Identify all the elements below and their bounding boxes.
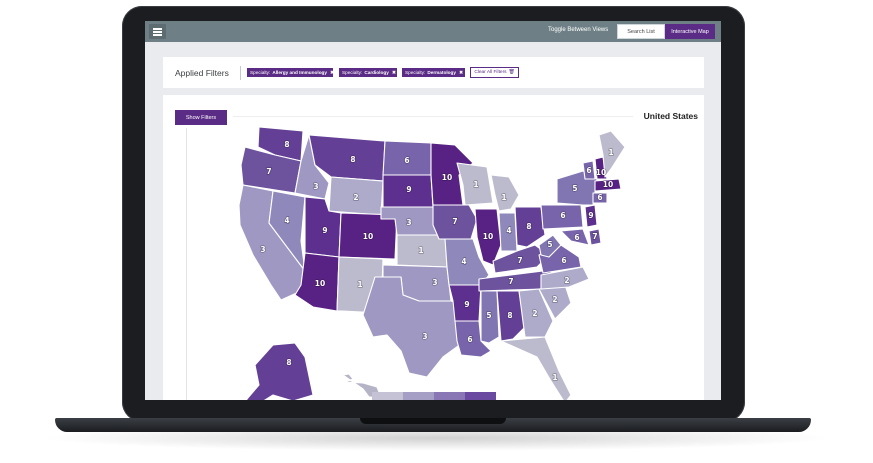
state-value-sd: 9 bbox=[406, 185, 411, 194]
remove-filter-icon[interactable]: ✖ bbox=[327, 70, 334, 76]
state-value-ne: 3 bbox=[406, 218, 411, 227]
chip-prefix: Specialty: bbox=[405, 70, 426, 75]
state-value-ar: 9 bbox=[464, 300, 469, 309]
laptop-base-notch bbox=[360, 418, 506, 424]
state-value-ct: 6 bbox=[597, 193, 602, 202]
state-value-nj: 9 bbox=[588, 211, 593, 220]
map-legend bbox=[372, 392, 496, 400]
state-fl[interactable] bbox=[500, 336, 572, 400]
state-value-nm: 1 bbox=[357, 280, 362, 289]
filter-chip-allergy[interactable]: Specialty: Allergy and Immunology ✖ bbox=[247, 68, 334, 77]
remove-filter-icon[interactable]: ✖ bbox=[389, 70, 396, 76]
state-value-vt: 6 bbox=[586, 166, 591, 175]
us-choropleth-map: 873438291010169313310749611014 8775 8 21226… bbox=[238, 126, 626, 400]
filter-chip-cardiology[interactable]: Specialty: Cardiology ✖ bbox=[339, 68, 397, 77]
chip-prefix: Specialty: bbox=[250, 70, 271, 75]
state-value-il: 10 bbox=[483, 232, 493, 241]
state-value-ia: 7 bbox=[452, 217, 457, 226]
state-value-de: 7 bbox=[592, 232, 597, 241]
legend-swatch-1 bbox=[372, 392, 403, 400]
applied-filters-card: Applied Filters Specialty: Allergy and I… bbox=[163, 57, 704, 88]
toggle-views-label: Toggle Between Views bbox=[548, 27, 609, 33]
filters-divider bbox=[240, 66, 241, 80]
state-value-la: 6 bbox=[467, 335, 472, 344]
clear-all-filters-button[interactable]: Clear All Filters 🗑 bbox=[470, 67, 519, 78]
state-value-wy: 2 bbox=[353, 193, 358, 202]
top-bar: Toggle Between Views Search List Interac… bbox=[145, 21, 721, 42]
legend-swatch-2 bbox=[403, 392, 434, 400]
state-value-ak: 8 bbox=[286, 358, 291, 367]
state-value-me: 1 bbox=[608, 148, 613, 157]
chip-value: Cardiology bbox=[364, 70, 389, 75]
state-ak[interactable] bbox=[243, 342, 314, 400]
chip-prefix: Specialty: bbox=[342, 70, 363, 75]
interactive-map-button[interactable]: Interactive Map bbox=[665, 24, 715, 39]
state-value-tn: 7 bbox=[508, 277, 513, 286]
state-value-mo: 4 bbox=[461, 257, 466, 266]
trash-icon: 🗑 bbox=[508, 70, 515, 75]
state-value-md: 6 bbox=[574, 233, 579, 242]
chip-value: Dermatology bbox=[427, 70, 456, 75]
state-value-in: 4 bbox=[506, 226, 511, 235]
state-value-nc: 2 bbox=[564, 276, 569, 285]
state-value-ms: 5 bbox=[486, 311, 491, 320]
state-value-al: 8 bbox=[507, 311, 512, 320]
state-value-ga: 2 bbox=[532, 309, 537, 318]
state-value-ma: 10 bbox=[603, 180, 613, 189]
map-title: United States bbox=[643, 111, 698, 121]
state-value-or: 7 bbox=[266, 167, 271, 176]
clear-all-label: Clear All Filters bbox=[474, 70, 507, 75]
state-value-sc: 2 bbox=[552, 295, 557, 304]
state-value-ok: 3 bbox=[432, 278, 437, 287]
show-filters-button[interactable]: Show Filters bbox=[175, 110, 227, 125]
state-value-mi: 1 bbox=[501, 193, 506, 202]
legend-swatch-4 bbox=[465, 392, 496, 400]
state-value-ks: 1 bbox=[418, 246, 423, 255]
state-value-nd: 6 bbox=[404, 156, 409, 165]
state-value-oh: 8 bbox=[526, 222, 531, 231]
state-value-az: 10 bbox=[315, 279, 325, 288]
state-value-tx: 3 bbox=[422, 332, 427, 341]
state-value-ca: 3 bbox=[260, 245, 265, 254]
state-value-fl: 1 bbox=[552, 373, 557, 382]
state-value-ny: 5 bbox=[572, 184, 577, 193]
state-value-ky: 7 bbox=[517, 256, 522, 265]
state-value-co: 10 bbox=[363, 232, 373, 241]
state-value-pa: 6 bbox=[560, 211, 565, 220]
hamburger-menu-icon[interactable] bbox=[149, 24, 166, 39]
state-value-ut: 9 bbox=[322, 226, 327, 235]
applied-filters-title: Applied Filters bbox=[175, 68, 229, 78]
chip-value: Allergy and Immunology bbox=[272, 70, 328, 75]
state-value-id: 3 bbox=[313, 182, 318, 191]
state-value-wv: 5 bbox=[547, 240, 552, 249]
state-value-mt: 8 bbox=[350, 155, 355, 164]
state-value-wa: 8 bbox=[284, 140, 289, 149]
legend-swatch-3 bbox=[434, 392, 465, 400]
app-screen: Toggle Between Views Search List Interac… bbox=[145, 21, 721, 400]
state-value-nv: 4 bbox=[284, 216, 289, 225]
filter-chip-dermatology[interactable]: Specialty: Dermatology ✖ bbox=[402, 68, 465, 77]
map-card: 8 7 3 4 3 8 2 9 10 10 1 6 9 3 1 3 3 10 7 4 9 6 1 10 1 4 8 7 7 5 8 2 1 2 2 6… bbox=[163, 95, 704, 400]
state-value-va: 6 bbox=[561, 256, 566, 265]
remove-filter-icon[interactable]: ✖ bbox=[456, 70, 463, 76]
state-value-mn: 10 bbox=[442, 173, 452, 182]
state-value-nh: 10 bbox=[596, 168, 606, 177]
state-value-wi: 1 bbox=[473, 180, 478, 189]
search-list-button[interactable]: Search List bbox=[617, 24, 665, 39]
